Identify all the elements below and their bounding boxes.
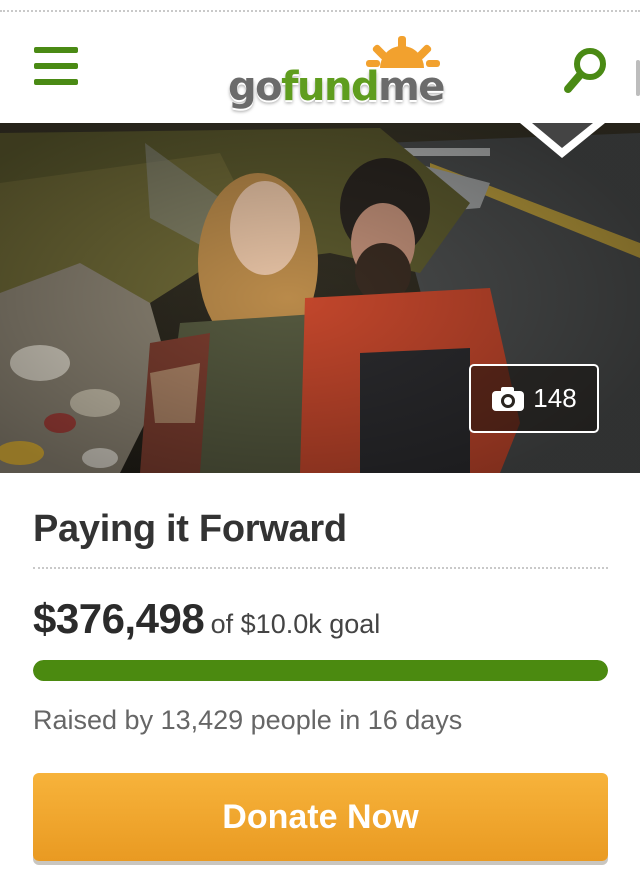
funding-progress-fill [33,660,608,681]
menu-icon[interactable] [34,47,78,85]
gofundme-logo[interactable]: gofundme [226,34,446,120]
menu-bar [34,79,78,85]
menu-bar [34,63,78,69]
site-header: gofundme [0,12,640,123]
search-icon[interactable] [562,44,610,96]
divider [33,567,608,569]
photo-count-button[interactable]: 148 [469,364,599,433]
top-dotted-border [0,0,640,12]
logo-me: me [378,64,445,110]
amount-raised: $376,498 [33,595,205,642]
logo-wordmark: gofundme [228,64,445,110]
raised-by-text: Raised by 13,429 people in 16 days [33,705,463,735]
logo-fund: fund [281,64,380,110]
amount-raised-row: $376,498 of $10.0k goal [33,595,380,643]
photo-count-label: 148 [533,383,577,413]
logo-go: go [228,64,283,110]
campaign-title: Paying it Forward [33,508,347,550]
campaign-photo[interactable]: 148 [0,123,640,473]
goal-text: of $10.0k goal [210,609,381,639]
donate-now-button[interactable]: Donate Now [33,773,608,861]
scroll-edge [636,60,640,96]
camera-icon [492,386,525,411]
funding-progress-bar [33,660,608,681]
menu-bar [34,47,78,53]
